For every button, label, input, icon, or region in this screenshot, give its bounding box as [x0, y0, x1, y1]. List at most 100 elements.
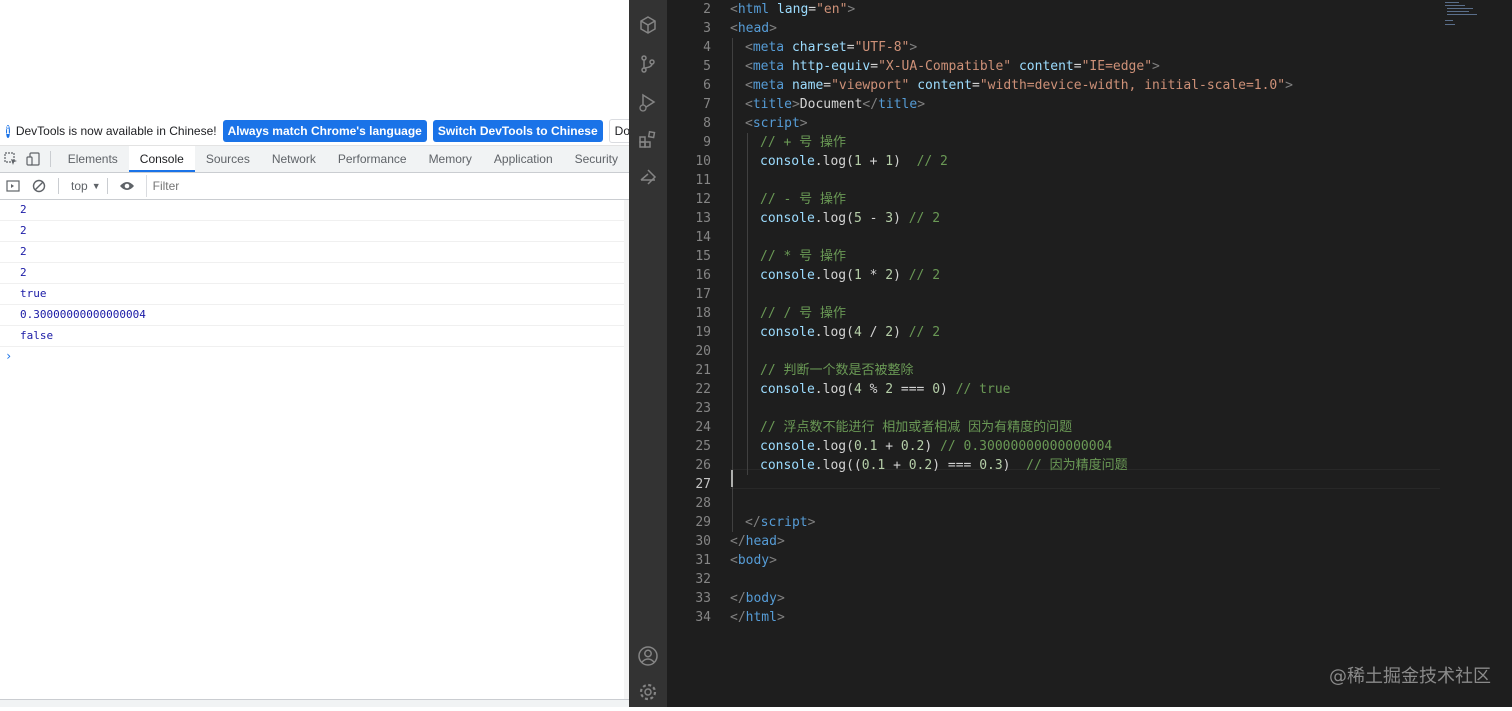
code-token: content [917, 78, 973, 93]
context-selector-label: top [71, 179, 88, 193]
line-number: 31 [695, 553, 711, 568]
extensions-icon[interactable] [629, 121, 667, 159]
dont-show-again-button[interactable]: Don't show [608, 119, 629, 143]
tab-memory[interactable]: Memory [418, 146, 483, 172]
inspect-element-icon[interactable] [0, 146, 22, 172]
code-token: meta [752, 78, 785, 93]
code-editor[interactable]: 2 3 4 5 6 7 8 9 10 11 12 13 14 15 16 17 18 19 20 21 22 23 24 25… [667, 0, 1512, 707]
code-line: // / 号 操作 [730, 304, 1440, 323]
code-token: ) [1002, 458, 1027, 473]
code-line: console.log(0.1 + 0.2) // 0.300000000000… [730, 437, 1440, 456]
code-line: <body> [730, 551, 1440, 570]
device-toolbar-icon[interactable] [22, 146, 44, 172]
tab-sources[interactable]: Sources [195, 146, 261, 172]
code-token: charset [791, 40, 847, 55]
clear-console-icon[interactable] [26, 173, 52, 199]
code-token: + [877, 439, 901, 454]
toolbar-divider [49, 151, 51, 167]
line-number: 13 [695, 211, 711, 226]
code-token: 1 [853, 268, 862, 283]
chevron-down-icon: ▼ [91, 181, 101, 191]
code-line: <script> [730, 114, 1440, 133]
tab-security[interactable]: Security [564, 146, 629, 172]
code-token: 4 [853, 382, 862, 397]
console-prompt[interactable]: › [0, 347, 624, 365]
remote-icon[interactable] [629, 159, 667, 197]
tab-application[interactable]: Application [483, 146, 564, 172]
line-number: 19 [695, 325, 711, 340]
code-token: . [814, 325, 823, 340]
tab-elements[interactable]: Elements [57, 146, 129, 172]
code-token: * [861, 268, 886, 283]
code-token: console [760, 458, 815, 473]
code-token: = [823, 78, 832, 93]
console-messages: 2 2 2 2 true 0.30000000000000004 false [0, 200, 624, 347]
code-token: > [847, 2, 856, 17]
code-line: <meta charset="UTF-8"> [730, 38, 1440, 57]
code-token: === [893, 382, 933, 397]
code-token: . [814, 458, 823, 473]
line-number: 21 [695, 363, 711, 378]
line-number: 30 [695, 534, 711, 549]
line-number: 2 [703, 2, 711, 17]
line-number: 5 [703, 59, 711, 74]
code-token: > [1152, 59, 1160, 74]
line-number: 18 [695, 306, 711, 321]
console-message: 0.30000000000000004 [0, 305, 624, 326]
toolbar-divider [106, 178, 108, 194]
live-expression-eye-icon[interactable] [114, 173, 140, 199]
code-token: / [861, 325, 886, 340]
settings-gear-icon[interactable] [629, 673, 667, 711]
code-token: console [760, 268, 815, 283]
editor-scrollbar[interactable] [1498, 0, 1512, 707]
console-filter-input[interactable] [145, 175, 629, 197]
account-icon[interactable] [629, 637, 667, 675]
line-number: 32 [695, 572, 711, 587]
code-token: script [760, 515, 808, 530]
line-number: 12 [695, 192, 711, 207]
code-token: < [745, 116, 753, 131]
code-token: 0.2 [908, 458, 933, 473]
code-token: 1 [853, 154, 862, 169]
code-token: </ [730, 534, 746, 549]
code-token: = [846, 40, 855, 55]
activity-bar [629, 0, 667, 707]
explorer-icon[interactable] [629, 6, 667, 44]
line-number: 7 [703, 97, 711, 112]
line-number: 11 [695, 173, 711, 188]
line-number: 24 [695, 420, 711, 435]
sidebar-toggle-icon[interactable] [0, 173, 26, 199]
code-token: "width=device-width, initial-scale=1.0" [979, 78, 1286, 93]
code-token: "X-UA-Compatible" [878, 59, 1012, 74]
code-token: % [861, 382, 886, 397]
code-token: 5 [853, 211, 862, 226]
code-line: <meta http-equiv="X-UA-Compatible" conte… [730, 57, 1440, 76]
watermark: @稀土掘金技术社区 [1329, 666, 1491, 687]
tab-network[interactable]: Network [261, 146, 327, 172]
match-chrome-language-button[interactable]: Always match Chrome's language [222, 120, 427, 142]
source-control-icon[interactable] [629, 45, 667, 83]
code-token: ) [893, 154, 917, 169]
line-number: 27 [695, 477, 711, 492]
line-number: 17 [695, 287, 711, 302]
code-token: ( [846, 439, 854, 454]
tab-performance[interactable]: Performance [327, 146, 418, 172]
tab-console[interactable]: Console [128, 146, 195, 172]
line-number: 10 [695, 154, 711, 169]
minimap[interactable] [1445, 0, 1493, 30]
code-token: body [737, 553, 770, 568]
code-token: http-equiv [791, 59, 871, 74]
code-token: = [808, 2, 817, 17]
code-token: content [1018, 59, 1074, 74]
switch-to-chinese-button[interactable]: Switch DevTools to Chinese [432, 120, 603, 142]
code-token: head [737, 21, 770, 36]
text-cursor [731, 470, 733, 487]
context-selector[interactable]: top ▼ [65, 179, 101, 193]
run-debug-icon[interactable] [629, 83, 667, 121]
code-token: "en" [816, 2, 848, 17]
code-token: </ [730, 591, 746, 606]
code-token: > [799, 116, 808, 131]
